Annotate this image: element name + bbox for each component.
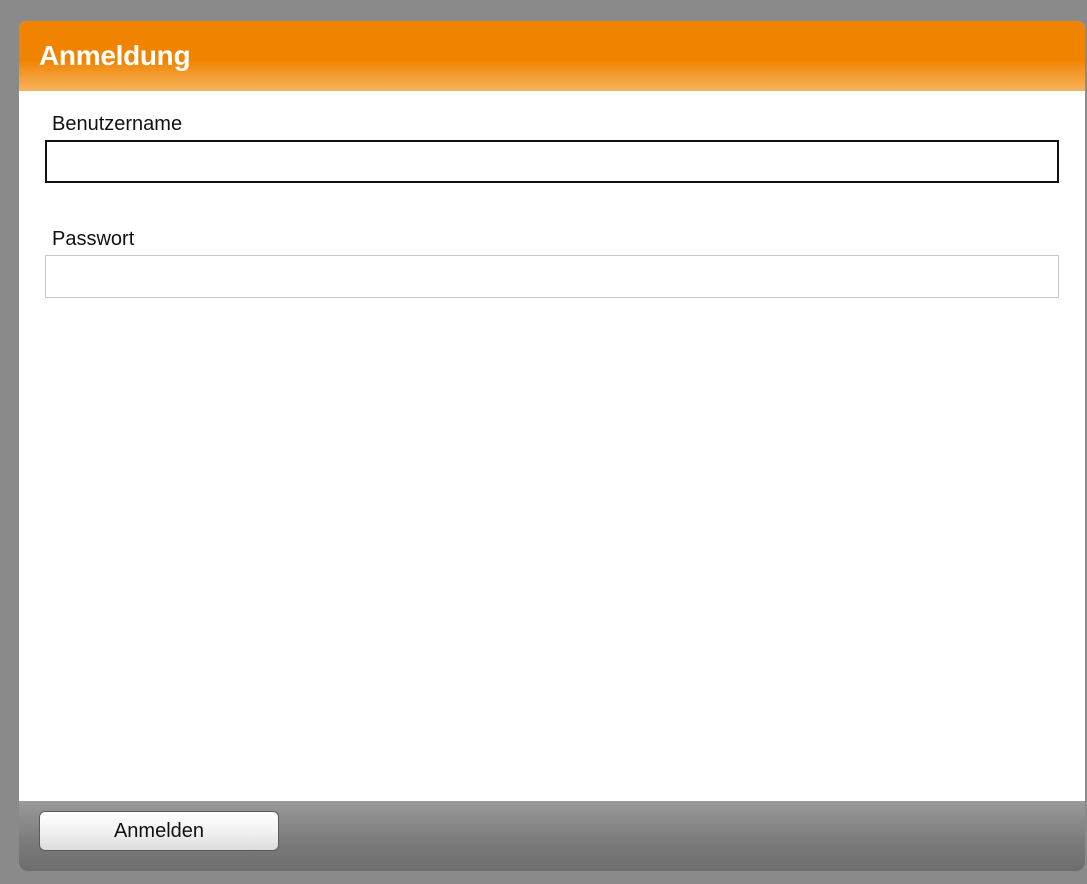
password-label: Passwort <box>52 228 135 250</box>
login-form: Benutzername Passwort <box>19 91 1085 801</box>
password-input[interactable] <box>45 255 1059 298</box>
dialog-header: Anmeldung <box>19 21 1085 91</box>
username-label: Benutzername <box>52 113 183 135</box>
login-dialog: Anmeldung Benutzername Passwort Anmelden <box>19 21 1085 871</box>
username-input[interactable] <box>45 140 1059 183</box>
login-button[interactable]: Anmelden <box>39 811 279 851</box>
dialog-footer: Anmelden <box>19 801 1085 871</box>
dialog-title: Anmeldung <box>39 40 191 71</box>
